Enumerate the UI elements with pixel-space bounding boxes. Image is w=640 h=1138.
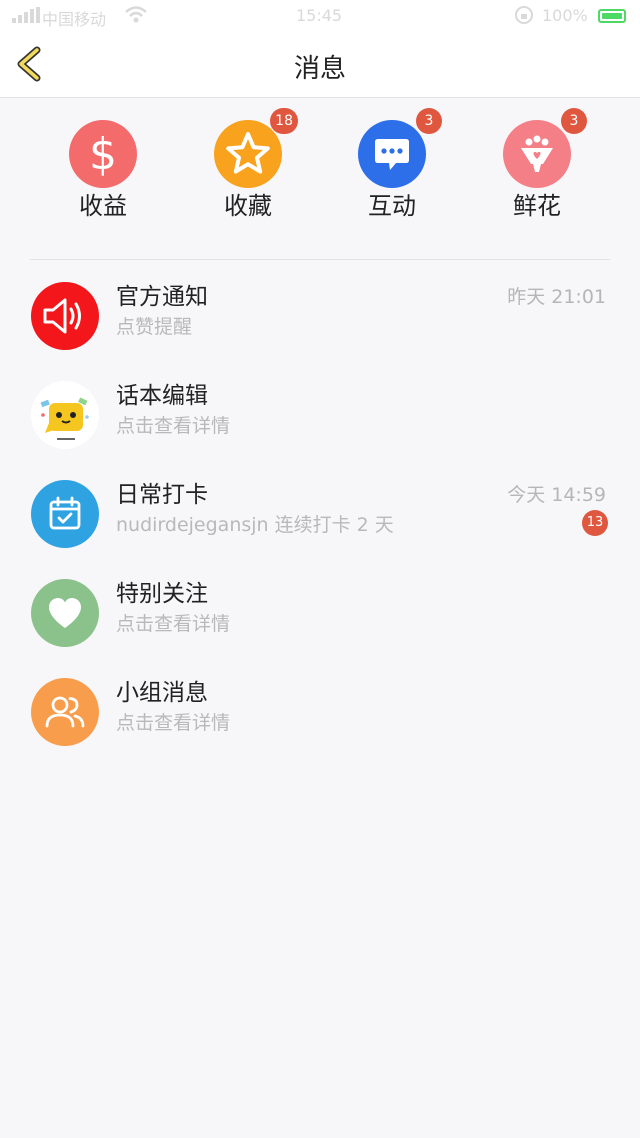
message-title: 官方通知 <box>116 284 208 310</box>
message-subtitle: 点击查看详情 <box>116 712 231 734</box>
group-icon <box>45 696 85 728</box>
battery-percent: 100% <box>542 6 588 25</box>
message-subtitle: 点赞提醒 <box>116 316 193 338</box>
svg-text:$: $ <box>89 129 117 180</box>
message-subtitle: 点击查看详情 <box>116 613 231 635</box>
message-row-official-notice[interactable]: 官方通知 点赞提醒 昨天 21:01 <box>0 268 640 367</box>
wifi-icon <box>125 6 147 23</box>
clock-time: 15:45 <box>296 6 343 25</box>
message-row-special-follow[interactable]: 特别关注 点击查看详情 <box>0 565 640 664</box>
chat-icon <box>375 139 409 170</box>
favorites-badge: 18 <box>270 108 298 134</box>
interactions-badge: 3 <box>416 108 442 134</box>
quick-action-interactions[interactable]: 3 互动 <box>332 108 452 220</box>
message-title: 日常打卡 <box>116 482 208 508</box>
message-time: 昨天 21:01 <box>507 286 606 308</box>
quick-action-label: 鲜花 <box>513 192 561 220</box>
flowers-circle: 3 <box>503 108 587 188</box>
calendar-check-icon <box>49 496 81 530</box>
carrier-label: 中国移动 <box>42 10 107 29</box>
battery-icon <box>598 9 626 23</box>
message-subtitle: nudirdejegansjn 连续打卡 2 天 <box>116 514 394 536</box>
favorites-circle: 18 <box>214 108 298 188</box>
unread-count-badge: 13 <box>582 510 608 536</box>
heart-icon <box>49 598 81 628</box>
quick-action-favorites[interactable]: 18 收藏 <box>188 108 308 220</box>
message-row-daily-checkin[interactable]: 日常打卡 nudirdejegansjn 连续打卡 2 天 今天 14:59 1… <box>0 466 640 565</box>
bouquet-icon <box>521 135 553 172</box>
speaker-icon <box>43 298 81 334</box>
page-title: 消息 <box>293 54 346 84</box>
message-title: 小组消息 <box>116 680 208 706</box>
message-list: 官方通知 点赞提醒 昨天 21:01 话本编辑 点击查看详情 日常打卡 nudi… <box>0 268 640 763</box>
daily-checkin-avatar <box>31 480 99 548</box>
signal-icon <box>12 7 40 23</box>
flowers-badge: 3 <box>561 108 587 134</box>
mascot-avatar-icon <box>31 381 99 449</box>
quick-action-label: 互动 <box>368 192 416 220</box>
interactions-circle: 3 <box>358 108 442 188</box>
rotation-lock-icon <box>515 6 533 24</box>
message-time: 今天 14:59 <box>507 484 606 506</box>
group-avatar <box>31 678 99 746</box>
section-divider <box>30 259 610 260</box>
earnings-circle: $ <box>69 120 137 188</box>
message-title: 特别关注 <box>116 581 208 607</box>
message-row-group[interactable]: 小组消息 点击查看详情 <box>0 664 640 763</box>
special-follow-avatar <box>31 579 99 647</box>
message-title: 话本编辑 <box>116 383 208 409</box>
quick-actions: $ 收益 18 收藏 3 互动 3 鲜花 <box>0 108 640 240</box>
quick-action-earnings[interactable]: $ 收益 <box>43 120 163 220</box>
message-row-script-editor[interactable]: 话本编辑 点击查看详情 <box>0 367 640 466</box>
nav-bar: 消息 <box>0 32 640 98</box>
star-icon <box>226 132 270 174</box>
dollar-icon: $ <box>89 129 117 180</box>
message-subtitle: 点击查看详情 <box>116 415 231 437</box>
quick-action-flowers[interactable]: 3 鲜花 <box>477 108 597 220</box>
script-editor-avatar <box>31 381 99 449</box>
quick-action-label: 收益 <box>79 192 127 220</box>
official-notice-avatar <box>31 282 99 350</box>
status-bar: 中国移动 15:45 100% <box>0 0 640 32</box>
quick-action-label: 收藏 <box>224 192 272 220</box>
